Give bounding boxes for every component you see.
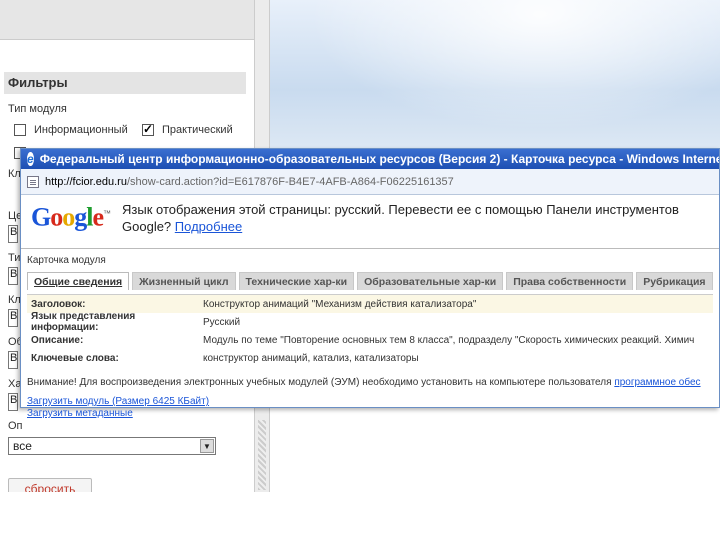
page-icon [27, 175, 39, 188]
browser-titlebar[interactable]: e Федеральный центр информационно-образо… [21, 149, 719, 169]
software-link[interactable]: программное обес [614, 377, 700, 388]
software-notice: Внимание! Для воспроизведения электронны… [27, 377, 713, 388]
filters-heading: Фильтры [4, 72, 246, 94]
address-bar[interactable]: http://fcior.edu.ru/show-card.action?id=… [21, 169, 719, 195]
card-title: Карточка модуля [27, 255, 106, 266]
filter-select-stub[interactable]: В [8, 225, 18, 243]
module-type-label: Тип модуля [8, 103, 67, 115]
url-host: http://fcior.edu.ru [45, 175, 127, 188]
field-key: Описание: [31, 334, 84, 346]
scroll-grip[interactable] [258, 420, 266, 490]
more-info-link[interactable]: Подробнее [175, 219, 242, 234]
download-module-link[interactable]: Загрузить модуль (Размер 6425 КБайт) [27, 396, 713, 408]
field-value: Конструктор анимаций "Механизм действия … [203, 298, 477, 310]
google-logo-tm: ™ [103, 209, 111, 218]
tab-ownership[interactable]: Права собственности [506, 272, 634, 290]
filter-select-value: В [10, 268, 18, 280]
purpose-select-value: все [13, 439, 32, 453]
field-key: Ключевые слова: [31, 352, 119, 364]
browser-title: Федеральный центр информационно-образова… [39, 152, 719, 166]
filter-label-stub: Кл [8, 294, 21, 306]
dropdown-arrow-icon[interactable]: ▼ [200, 439, 214, 453]
translate-message: Язык отображения этой страницы: русский.… [122, 201, 679, 235]
filter-label-stub: Ти [8, 252, 21, 264]
google-translate-bar: Google™ Язык отображения этой страницы: … [21, 195, 719, 249]
google-logo: Google™ [31, 199, 111, 233]
google-logo-letter: G [31, 202, 51, 232]
tab-technical[interactable]: Технические хар-ки [238, 272, 355, 290]
filter-select-stub[interactable]: В [8, 267, 18, 285]
practical-checkbox[interactable] [142, 122, 154, 136]
google-logo-letter: o [50, 202, 63, 232]
background-window-header [270, 0, 720, 150]
filter-select-value: В [10, 352, 18, 364]
field-value: конструктор анимаций, катализ, катализат… [203, 352, 419, 364]
filter-select-stub[interactable]: В [8, 393, 18, 411]
url-path: /show-card.action?id=E617876F-B4E7-4AFB-… [126, 175, 454, 188]
module-card: Карточка модуля Общие сведения Жизненный… [21, 249, 719, 424]
filter-select-value: В [10, 226, 18, 238]
tab-educational[interactable]: Образовательные хар-ки [357, 272, 504, 290]
card-tabs: Общие сведения Жизненный цикл Технически… [27, 272, 713, 290]
browser-window: e Федеральный центр информационно-образо… [20, 148, 720, 419]
download-metadata-link[interactable]: Загрузить метаданные [27, 408, 713, 420]
filter-select-stub[interactable]: В [8, 351, 18, 369]
notice-text: Внимание! Для воспроизведения электронны… [27, 377, 615, 388]
field-row: Описание: Модуль по теме "Повторение осн… [27, 331, 713, 349]
top-toolbar-area [0, 0, 254, 40]
informational-checkbox[interactable] [14, 124, 26, 136]
card-fields: Заголовок: Конструктор анимаций "Механиз… [27, 294, 713, 367]
filter-select-stub[interactable]: В [8, 309, 18, 327]
tab-rubrication[interactable]: Рубрикация [636, 272, 713, 290]
background-decoration [270, 0, 720, 150]
field-row: Ключевые слова: конструктор анимаций, ка… [27, 349, 713, 367]
field-value: Русский [203, 316, 241, 328]
filter-select-value: В [10, 310, 18, 322]
ie-logo-icon: e [27, 152, 34, 166]
translate-message-line2: Google? [122, 219, 172, 234]
practical-checkbox-label: Практический [162, 124, 233, 136]
field-key: Заголовок: [31, 298, 86, 310]
download-links: Загрузить модуль (Размер 6425 КБайт) Заг… [27, 396, 713, 420]
field-key: Язык представления информации: [31, 311, 136, 333]
field-row: Язык представления информации: Русский [27, 311, 713, 333]
bottom-band [0, 492, 720, 540]
informational-checkbox-label: Информационный [34, 124, 128, 136]
google-logo-letter: o [62, 202, 75, 232]
google-logo-letter: g [74, 202, 87, 232]
google-logo-letter: e [92, 202, 104, 232]
tab-lifecycle[interactable]: Жизненный цикл [132, 272, 236, 290]
filter-select-value: В [10, 394, 18, 406]
purpose-select[interactable]: все ▼ [8, 437, 216, 455]
translate-message-line1: Язык отображения этой страницы: русский.… [122, 202, 679, 217]
field-value: Модуль по теме "Повторение основных тем … [203, 334, 695, 346]
tab-general[interactable]: Общие сведения [27, 272, 130, 290]
filter-label-stub: Кл [8, 168, 21, 180]
